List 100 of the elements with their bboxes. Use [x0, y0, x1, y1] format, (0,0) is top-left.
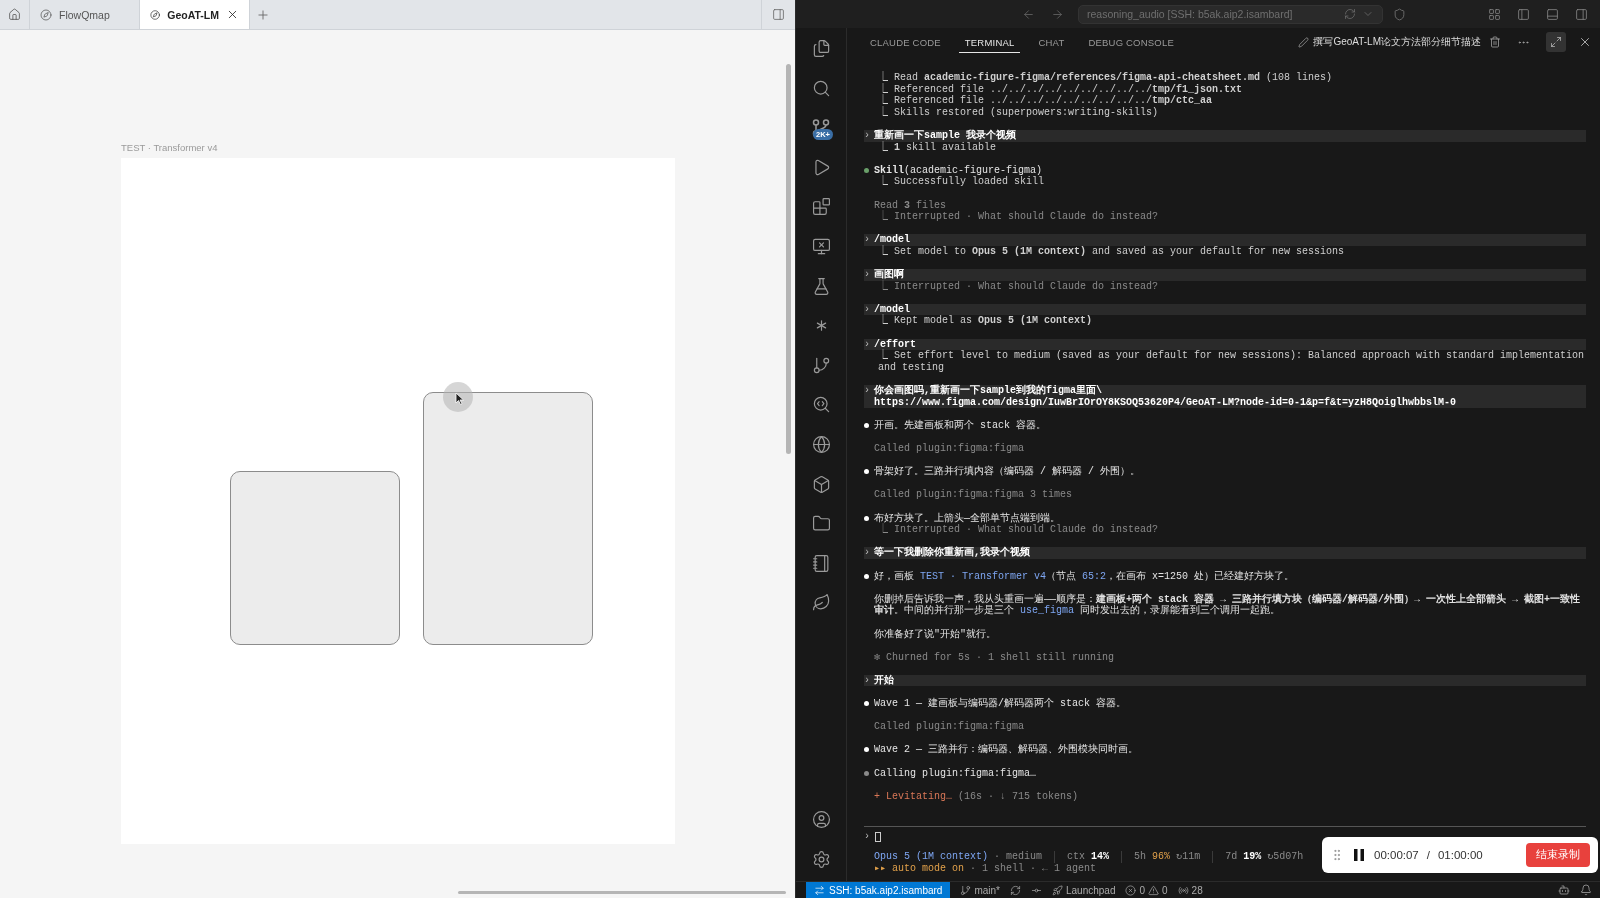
plus-icon — [256, 7, 270, 22]
antenna-icon — [1177, 884, 1189, 896]
output-line: ⎿ Read academic-figure-figma/references/figma-api-cheatsheet.md (108 lines) — [877, 72, 1334, 83]
output-line: ⎿ Interrupted · What should Claude do instead? — [878, 524, 1160, 536]
close-icon[interactable] — [226, 8, 239, 21]
message-text: Wave 1 — 建画板与编码器/解码器两个 stack 容器。 — [874, 698, 1127, 710]
arrow-right-icon — [1051, 7, 1064, 21]
output-line: ⎿ Referenced file ../../../../../../../../../tmp/ctc_aa — [877, 95, 1214, 107]
text-cursor[interactable] — [875, 832, 881, 842]
message-text: + Levitating… (16s · ↓ 715 tokens) — [873, 790, 1080, 803]
sync-icon[interactable] — [1010, 884, 1021, 896]
search-icon — [811, 78, 831, 98]
message-text: Read 3 files — [873, 199, 948, 211]
output-line: ⎿ Skills restored (superpowers:writing-skills) — [877, 106, 1160, 119]
prompt-text: 等一下我删除你重新画,我录个视频 — [874, 547, 1030, 559]
prompt-marker: › — [864, 674, 871, 687]
bot-icon[interactable] — [1558, 884, 1570, 896]
message-text: ✻ Churned for 5s · 1 shell still running — [873, 651, 1116, 664]
branch-icon — [960, 884, 972, 896]
time-separator: / — [1426, 849, 1430, 861]
prompt-marker: › — [864, 547, 871, 559]
output-line: ⎿ Kept model as Opus 5 (1M context) — [877, 315, 1094, 328]
trash-icon[interactable] — [1489, 36, 1501, 48]
panel-tab[interactable]: CHAT — [1032, 31, 1071, 53]
remote-icon — [814, 884, 825, 896]
scrollbar[interactable] — [458, 891, 786, 894]
remote-button[interactable]: SSH: b5ak.aip2.isambard — [806, 882, 951, 898]
globe-icon — [811, 434, 831, 454]
message-text: Wave 2 — 三路并行：编码器、解码器、外围模块同时画。 — [874, 744, 1138, 757]
branch-button[interactable]: main* — [960, 884, 1000, 896]
maximize-button[interactable] — [1546, 32, 1566, 52]
panel-tab[interactable]: TERMINAL — [958, 31, 1021, 53]
message-text: Skill(academic-figure-figma) — [874, 164, 1043, 176]
prompt-text: 开始 — [874, 674, 894, 687]
prompt-marker: › — [864, 234, 871, 246]
output-line: ⎿ Interrupted · What should Claude do instead? — [877, 211, 1160, 223]
message-text: Called plugin:figma:figma — [873, 443, 1026, 455]
mode-status: ▸▸ auto mode on · 1 shell · ← 1 agent — [873, 863, 1098, 875]
leaf-icon — [811, 593, 831, 613]
message-text: 你准备好了说"开始"就行。 — [873, 628, 997, 641]
prompt-marker: › — [864, 338, 871, 351]
git-graph-icon — [811, 355, 831, 375]
shield-icon — [1393, 7, 1406, 21]
files-icon — [811, 39, 831, 58]
bell-icon[interactable] — [1580, 884, 1592, 896]
launchpad-button[interactable]: Launchpad — [1052, 884, 1116, 896]
output-line: ⎿ Interrupted · What should Claude do instead? — [878, 280, 1160, 293]
notebook-icon — [811, 553, 831, 573]
layout-icon — [1488, 7, 1501, 21]
pen-icon[interactable] — [1298, 36, 1310, 48]
account-icon — [811, 810, 831, 830]
message-text: Called plugin:figma:figma — [873, 721, 1026, 733]
output-line: ⎿ Referenced file ../../../../../../../../../tmp/f1_json.txt — [877, 83, 1244, 95]
prompt-text: /model — [874, 234, 910, 246]
problems-button[interactable]: 0 0 — [1125, 884, 1168, 896]
prompt-text: /effort — [874, 338, 916, 350]
elapsed-time: 00:00:07 — [1374, 849, 1419, 861]
pause-icon[interactable] — [1352, 848, 1366, 862]
output-line: ⎿ Successfully loaded skill — [877, 176, 1046, 188]
warning-icon — [1148, 884, 1160, 896]
prompt-marker: › — [864, 303, 871, 316]
panel-icon — [772, 8, 785, 21]
message-text: 好，画板 TEST · Transformer v4（节点 65:2，在画布 x=1250 处）已经建好方块了。 — [874, 570, 1295, 583]
panel-left-icon — [1517, 7, 1530, 21]
close-icon[interactable] — [1578, 35, 1592, 49]
output-line: ⎿ Set effort level to medium (saved as your default for new sessions): Balanced approach with standard implementation and testing — [877, 350, 1586, 374]
search-code-icon — [811, 395, 831, 415]
usage-metric: ctx 14% — [1054, 851, 1122, 863]
panel-right-icon — [1575, 7, 1588, 21]
usage-metric: 7d 19% ↻5d07h — [1212, 851, 1316, 863]
ports-button[interactable]: 28 — [1177, 884, 1203, 896]
prompt-marker: › — [864, 129, 871, 142]
maximize-icon — [1550, 36, 1562, 48]
prompt-text: /model — [874, 303, 910, 315]
prompt-marker: › — [864, 269, 871, 281]
prompt-marker: › — [864, 385, 871, 399]
scrollbar[interactable] — [786, 64, 791, 454]
sync-icon — [1344, 8, 1356, 20]
prompt-text: 画图啊 — [874, 269, 904, 281]
settings-icon — [811, 850, 831, 869]
output-line: ⎿ 1 skill available — [877, 141, 997, 154]
browser-tab[interactable]: GeoAT-LM — [140, 0, 250, 29]
output-line: ⎿ Set model to Opus 5 (1M context) and saved as your default for new sessions — [877, 245, 1346, 258]
message-text: Calling plugin:figma:figma… — [874, 767, 1037, 780]
panel-tab[interactable]: CLAUDE CODE — [864, 31, 947, 53]
pointer-icon — [455, 392, 465, 405]
home-icon — [8, 8, 21, 21]
session-title: 撰写GeoAT-LM论文方法部分细节描述 — [1313, 35, 1481, 49]
usage-metric: 5h 96% ↻11m — [1121, 851, 1213, 863]
panel-tab[interactable]: DEBUG CONSOLE — [1082, 31, 1180, 53]
time-limit: 01:00:00 — [1437, 849, 1483, 861]
extensions-icon — [811, 197, 831, 217]
frame-label: TEST · Transformer v4 — [121, 142, 219, 153]
panel-bottom-icon — [1546, 7, 1559, 21]
message-text: 开画。先建画板和两个 stack 容器。 — [874, 419, 1046, 432]
stop-recording-button[interactable]: 结束录制 — [1526, 843, 1590, 867]
model-status: Opus 5 (1M context) · medium — [874, 851, 1044, 863]
remote-explorer-icon — [811, 236, 831, 256]
message-text: Called plugin:figma:figma 3 times — [873, 489, 1074, 501]
compass-icon — [150, 8, 161, 21]
